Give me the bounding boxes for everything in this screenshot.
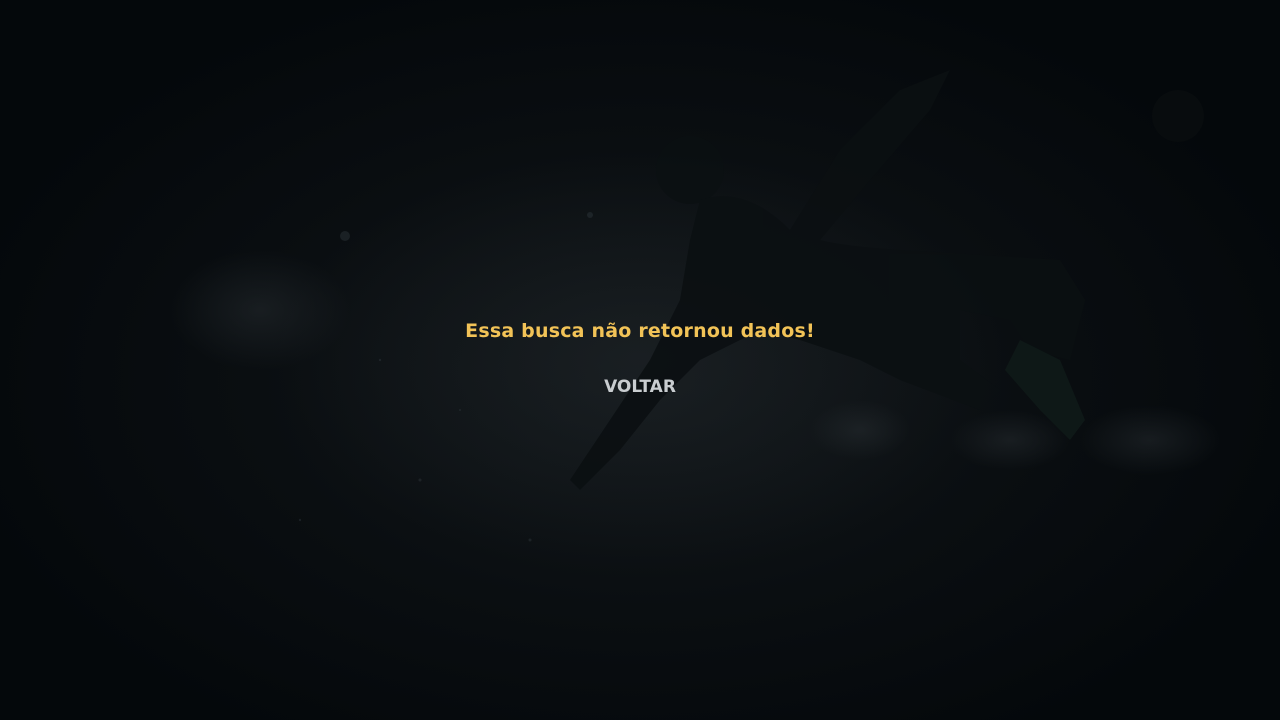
empty-result-screen: Essa busca não retornou dados! VOLTAR bbox=[0, 0, 1280, 720]
back-button[interactable]: VOLTAR bbox=[590, 372, 690, 402]
empty-search-message: Essa busca não retornou dados! bbox=[465, 320, 815, 342]
soccer-player-background-image bbox=[170, 70, 1220, 542]
